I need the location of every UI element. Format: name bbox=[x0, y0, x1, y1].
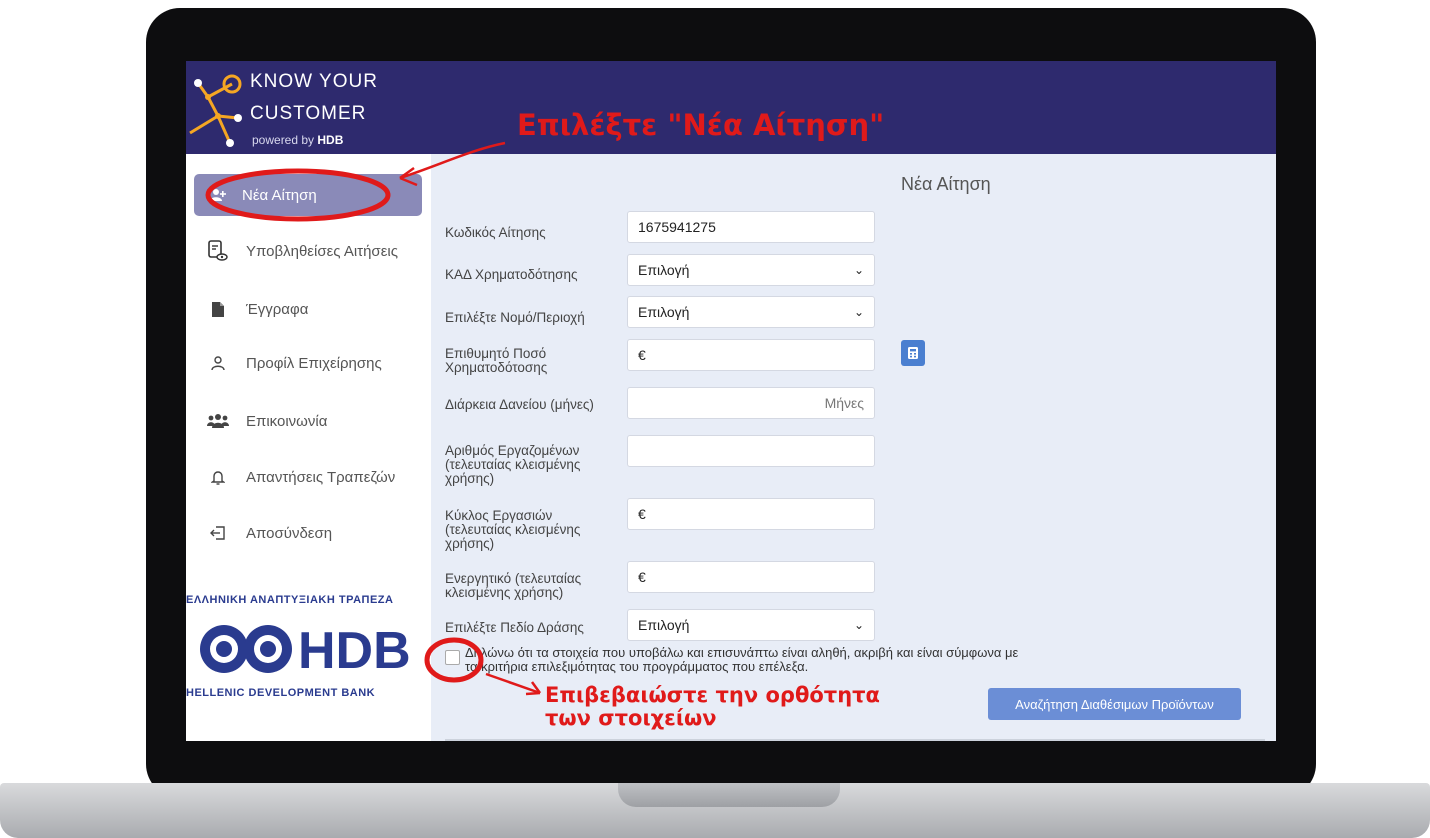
page-title: Νέα Αίτηση bbox=[901, 174, 991, 194]
powered-by-text: powered by HDB bbox=[252, 133, 343, 147]
amount-field[interactable]: € bbox=[627, 339, 875, 371]
kad-label: ΚΑΔ Χρηματοδότησης bbox=[445, 267, 578, 282]
hdb-logo: HDB bbox=[200, 622, 411, 678]
powered-by-brand: HDB bbox=[317, 133, 344, 147]
logout-icon bbox=[206, 526, 230, 540]
application-code-value: 1675941275 bbox=[638, 219, 716, 235]
months-suffix: Μήνες bbox=[824, 395, 864, 411]
sidebar-item-bank-responses[interactable]: Απαντήσεις Τραπεζών bbox=[194, 456, 422, 498]
region-label: Επιλέξτε Νομό/Περιοχή bbox=[445, 310, 585, 325]
brand-title-line2: CUSTOMER bbox=[250, 103, 367, 124]
file-icon bbox=[206, 301, 230, 317]
sidebar-item-label: Υποβληθείσες Αιτήσεις bbox=[246, 242, 398, 260]
search-products-button[interactable]: Αναζήτηση Διαθέσιμων Προϊόντων bbox=[988, 688, 1241, 720]
kad-select-value: Επιλογή bbox=[638, 262, 690, 278]
euro-prefix: € bbox=[638, 347, 646, 363]
action-field-label: Επιλέξτε Πεδίο Δράσης bbox=[445, 620, 584, 635]
sidebar-item-label: Αποσύνδεση bbox=[246, 524, 333, 542]
assets-label: Ενεργητικό (τελευταίας κλεισμένης χρήσης… bbox=[445, 571, 582, 600]
sidebar-item-label: Προφίλ Επιχείρησης bbox=[246, 354, 382, 372]
bank-greek-name: ΕΛΛΗΝΙΚΗ ΑΝΑΠΤΥΞΙΑΚΗ ΤΡΑΠΕΖΑ bbox=[186, 594, 394, 606]
amount-label: Επιθυμητό Ποσό Χρηματοδότοσης bbox=[445, 346, 548, 375]
users-icon bbox=[206, 414, 230, 428]
user-icon bbox=[206, 355, 230, 371]
hdb-logo-text: HDB bbox=[298, 622, 411, 678]
chevron-down-icon: ⌄ bbox=[853, 263, 864, 277]
sidebar-item-new-application[interactable]: Νέα Αίτηση bbox=[194, 174, 422, 216]
brand-title-line1: KNOW YOUR bbox=[250, 71, 378, 92]
user-plus-icon bbox=[206, 188, 230, 202]
euro-prefix: € bbox=[638, 506, 646, 522]
duration-label: Διάρκεια Δανείου (μήνες) bbox=[445, 397, 594, 412]
calculator-button[interactable] bbox=[901, 340, 925, 366]
annotation-confirm-data: Επιβεβαιώστε την ορθότητα των στοιχείων bbox=[545, 684, 880, 730]
declaration-text: Δηλώνω ότι τα στοιχεία που υποβάλω και ε… bbox=[465, 645, 1019, 674]
region-select-value: Επιλογή bbox=[638, 304, 690, 320]
sidebar-item-label: Έγγραφα bbox=[246, 300, 309, 318]
kyc-network-logo-icon bbox=[189, 74, 242, 147]
annotation-confirm-line1: Επιβεβαιώστε την ορθότητα bbox=[545, 683, 880, 707]
assets-field[interactable]: € bbox=[627, 561, 875, 593]
divider bbox=[445, 739, 1265, 741]
kad-select[interactable]: Επιλογή ⌄ bbox=[627, 254, 875, 286]
euro-prefix: € bbox=[638, 569, 646, 585]
document-eye-icon bbox=[206, 240, 230, 262]
declaration-checkbox[interactable] bbox=[445, 650, 460, 665]
sidebar-item-label: Επικοινωνία bbox=[246, 412, 328, 430]
sidebar-item-label: Απαντήσεις Τραπεζών bbox=[246, 468, 396, 486]
app-screen: KNOW YOUR CUSTOMER powered by HDB Νέα Αί… bbox=[186, 61, 1276, 741]
action-field-select[interactable]: Επιλογή ⌄ bbox=[627, 609, 875, 641]
hdb-symbol-icon bbox=[200, 625, 292, 673]
chevron-down-icon: ⌄ bbox=[853, 618, 864, 632]
duration-field[interactable]: Μήνες bbox=[627, 387, 875, 419]
chevron-down-icon: ⌄ bbox=[853, 305, 864, 319]
annotation-select-new-application: Επιλέξτε "Νέα Αίτηση" bbox=[517, 108, 885, 142]
bank-english-name: HELLENIC DEVELOPMENT BANK bbox=[186, 687, 376, 699]
calculator-icon bbox=[908, 347, 918, 359]
bell-icon bbox=[206, 470, 230, 485]
main-panel: Νέα Αίτηση Κωδικός Αίτησης 1675941275 ΚΑ… bbox=[431, 154, 1276, 741]
region-select[interactable]: Επιλογή ⌄ bbox=[627, 296, 875, 328]
sidebar-item-contact[interactable]: Επικοινωνία bbox=[194, 400, 422, 442]
annotation-confirm-line2: των στοιχείων bbox=[545, 706, 717, 730]
turnover-label: Κύκλος Εργασιών (τελευταίας κλεισμένης χ… bbox=[445, 508, 581, 551]
sidebar: Νέα Αίτηση Υποβληθείσες Αιτήσεις Έγγραφα… bbox=[186, 154, 431, 741]
turnover-field[interactable]: € bbox=[627, 498, 875, 530]
sidebar-item-submitted-applications[interactable]: Υποβληθείσες Αιτήσεις bbox=[194, 230, 422, 272]
laptop-notch bbox=[618, 783, 840, 807]
code-label: Κωδικός Αίτησης bbox=[445, 225, 546, 240]
sidebar-item-business-profile[interactable]: Προφίλ Επιχείρησης bbox=[194, 342, 422, 384]
sidebar-item-logout[interactable]: Αποσύνδεση bbox=[194, 512, 422, 554]
application-code-field[interactable]: 1675941275 bbox=[627, 211, 875, 243]
sidebar-item-label: Νέα Αίτηση bbox=[242, 186, 317, 204]
employees-label: Αριθμός Εργαζομένων (τελευταίας κλεισμέν… bbox=[445, 443, 581, 486]
employees-field[interactable] bbox=[627, 435, 875, 467]
sidebar-item-documents[interactable]: Έγγραφα bbox=[194, 288, 422, 330]
action-field-select-value: Επιλογή bbox=[638, 617, 690, 633]
powered-by-prefix: powered by bbox=[252, 133, 315, 147]
